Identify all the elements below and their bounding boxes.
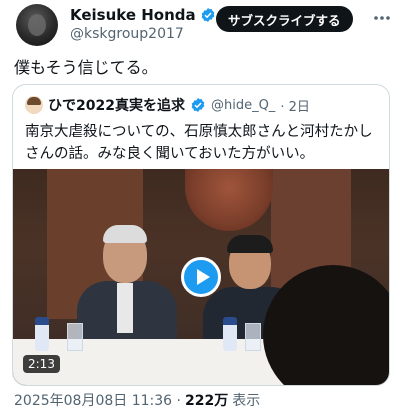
video-bottle <box>35 317 49 351</box>
play-icon[interactable] <box>181 257 221 297</box>
author-name-row: Keisuke Honda <box>70 6 216 24</box>
quote-time: · 2日 <box>280 99 310 115</box>
quote-header: ひで2022真実を追求 @hide_Q_ · 2日 <box>25 95 310 115</box>
author-handle: @kskgroup2017 <box>70 26 184 42</box>
verified-icon <box>191 98 205 112</box>
quote-author-name: ひで2022真実を追求 <box>48 98 185 114</box>
more-icon[interactable] <box>372 10 392 26</box>
subscribe-button[interactable]: サブスクライブする <box>216 6 353 32</box>
video-emblem <box>185 169 273 231</box>
video-duration: 2:13 <box>23 355 60 373</box>
verified-icon <box>201 8 214 22</box>
video-bottle <box>223 317 237 351</box>
view-count: 222万 <box>184 393 229 409</box>
quote-text: 南京大虐殺についての、石原慎太郎さんと河村たかしさんの話。みな良く聞いておいた方… <box>25 124 373 162</box>
video-glass <box>245 323 261 351</box>
video-player[interactable]: 2:13 <box>13 169 389 385</box>
view-label: 表示 <box>232 393 261 409</box>
quoted-tweet[interactable]: ひで2022真実を追求 @hide_Q_ · 2日 南京大虐殺についての、石原慎… <box>12 84 390 386</box>
author-name[interactable]: Keisuke Honda <box>70 6 196 24</box>
tweet-meta: 2025年08月08日 11:36 · 222万 表示 <box>14 390 260 410</box>
author-avatar[interactable] <box>16 4 58 46</box>
quote-avatar <box>25 96 43 114</box>
quote-author-handle: @hide_Q_ <box>210 97 276 113</box>
video-glass <box>67 323 83 351</box>
tweet-timestamp[interactable]: 2025年08月08日 11:36 · <box>14 390 181 410</box>
tweet-text: 僕もそう信じてる。 <box>14 58 158 77</box>
